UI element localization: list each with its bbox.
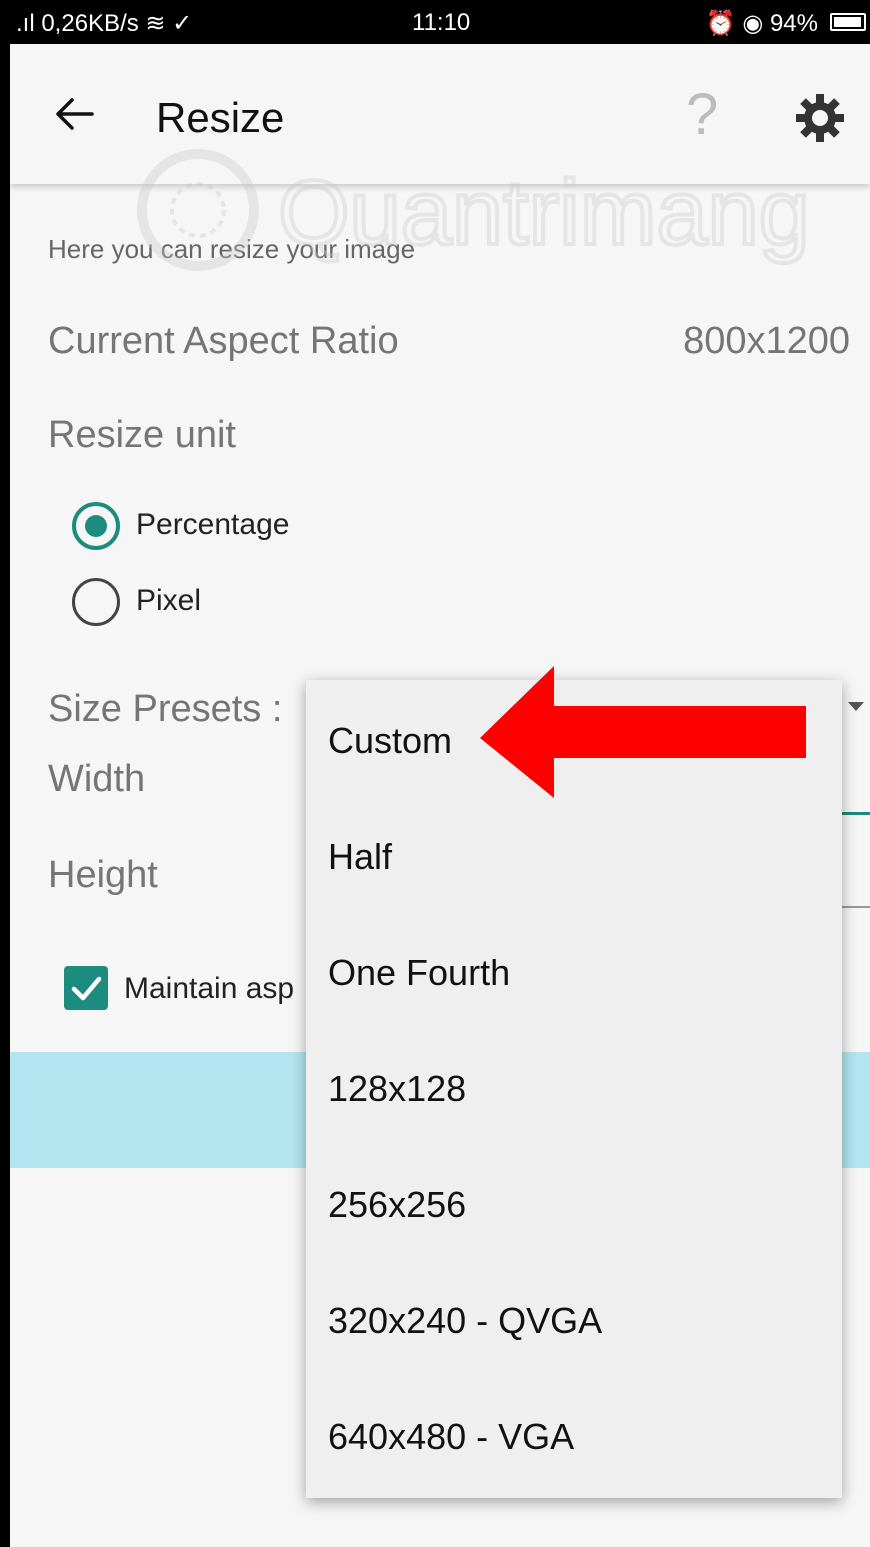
help-icon[interactable]: ? <box>686 86 718 144</box>
dropdown-item-qvga[interactable]: 320x240 - QVGA <box>328 1300 602 1342</box>
checkmark-icon <box>71 976 102 1001</box>
radio-pixel-label[interactable]: Pixel <box>136 584 201 618</box>
status-icons: ⏰ ◉ 94% <box>705 10 818 37</box>
status-network-speed: .ıl 0,26KB/s ≋ ✓ <box>16 10 193 37</box>
size-presets-label: Size Presets : <box>48 688 283 730</box>
resize-unit-label: Resize unit <box>48 414 236 456</box>
height-label: Height <box>48 854 158 896</box>
dropdown-item-custom[interactable]: Custom <box>328 720 452 762</box>
dropdown-item-128[interactable]: 128x128 <box>328 1068 466 1110</box>
aspect-ratio-value: 800x1200 <box>683 320 850 362</box>
size-presets-dropdown[interactable]: Custom Half One Fourth 128x128 256x256 3… <box>306 680 842 1498</box>
red-arrow-annotation <box>480 666 806 798</box>
aspect-ratio-label: Current Aspect Ratio <box>48 320 399 362</box>
maintain-aspect-checkbox[interactable] <box>64 966 108 1010</box>
radio-pixel[interactable] <box>72 578 120 626</box>
radio-percentage[interactable] <box>72 502 120 550</box>
battery-icon <box>830 13 866 31</box>
width-field-underline[interactable] <box>840 812 870 815</box>
height-field-underline[interactable] <box>840 906 870 908</box>
width-label: Width <box>48 758 146 800</box>
back-arrow-icon[interactable] <box>54 96 94 132</box>
page-title: Resize <box>156 94 285 141</box>
watermark-logo: Quantrimang <box>137 149 812 271</box>
status-bar: .ıl 0,26KB/s ≋ ✓ 11:10 ⏰ ◉ 94% <box>10 0 870 44</box>
maintain-aspect-label[interactable]: Maintain asp <box>124 972 294 1006</box>
dropdown-item-256[interactable]: 256x256 <box>328 1184 466 1226</box>
radio-percentage-label[interactable]: Percentage <box>136 508 289 542</box>
dropdown-item-vga[interactable]: 640x480 - VGA <box>328 1416 574 1458</box>
screen: .ıl 0,26KB/s ≋ ✓ 11:10 ⏰ ◉ 94% Resize ? <box>10 0 870 1547</box>
gear-icon[interactable] <box>794 92 846 144</box>
dropdown-item-one-fourth[interactable]: One Fourth <box>328 952 510 994</box>
watermark-text: Quantrimang <box>278 162 810 264</box>
dropdown-arrow-icon[interactable] <box>848 702 864 711</box>
dropdown-item-half[interactable]: Half <box>328 836 392 878</box>
status-time: 11:10 <box>412 9 471 36</box>
